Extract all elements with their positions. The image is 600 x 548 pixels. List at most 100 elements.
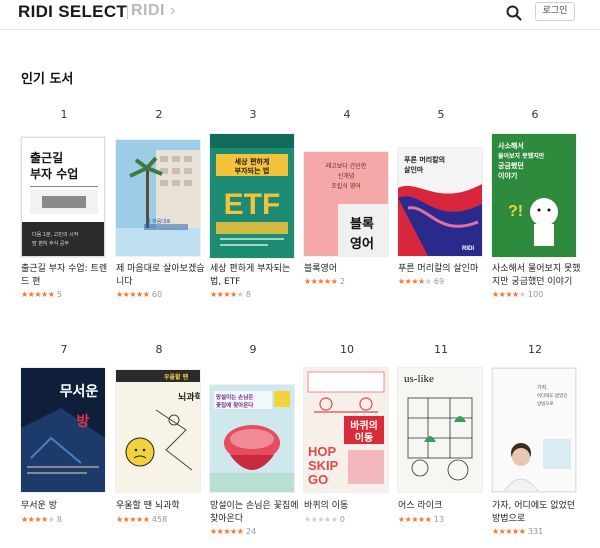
- svg-text:방: 방: [77, 413, 90, 430]
- book-cover-art: 우울할 땐 뇌과학: [116, 370, 200, 492]
- svg-text:이야기: 이야기: [498, 171, 517, 180]
- svg-text:출근길: 출근길: [30, 150, 63, 165]
- book-rank: 12: [528, 343, 542, 356]
- book-cover-art: 세상 편하게 부자되는 법 ETF: [210, 134, 294, 258]
- svg-text:어디에도 없었던: 어디에도 없었던: [537, 392, 567, 399]
- book-rank: 8: [155, 343, 163, 356]
- book-cover[interactable]: 가자, 어디에도 없었던 방법으로: [492, 368, 576, 492]
- book-cover-art: 가자, 어디에도 없었던 방법으로: [493, 369, 575, 491]
- book-title[interactable]: 제 마음대로 살아보겠습니다: [116, 263, 206, 289]
- svg-text:망설이는 손님은: 망설이는 손님은: [216, 393, 253, 401]
- review-count: 8: [56, 515, 62, 524]
- book-rank: 3: [249, 108, 257, 121]
- svg-text:궁금했던: 궁금했던: [498, 161, 524, 170]
- book-title[interactable]: 무서운 방: [21, 500, 111, 513]
- book-title[interactable]: 블록영어: [304, 263, 394, 276]
- section-title: 인기 도서: [21, 72, 74, 87]
- review-count: 0: [339, 515, 345, 524]
- book-rating: ★★★★★ 13: [398, 515, 444, 524]
- book-rank: 9: [249, 343, 257, 356]
- review-count: 458: [151, 515, 168, 524]
- book-title[interactable]: 세상 편하게 부자되는 법, ETF: [210, 263, 300, 289]
- svg-text:살인마: 살인마: [404, 165, 424, 174]
- book-title[interactable]: 가자, 어디에도 없었던 방법으로: [492, 500, 582, 526]
- book-rank: 7: [60, 343, 68, 356]
- book-cover[interactable]: us-like: [398, 368, 482, 492]
- svg-text:?!: ?!: [508, 203, 523, 220]
- book-rating: ★★★★★ 331: [492, 527, 543, 536]
- book-cover[interactable]: 레고보다 간단한 신개념 조립식 영어 블록 영어: [304, 152, 388, 256]
- star-rating-icon: ★★★★★: [116, 290, 150, 299]
- book-cover-art: us-like: [398, 368, 482, 492]
- login-button[interactable]: 로그인: [535, 2, 575, 21]
- star-rating-icon: ★★★★★: [304, 515, 338, 524]
- svg-text:바퀴의: 바퀴의: [350, 419, 378, 432]
- svg-text:HOP: HOP: [308, 444, 337, 459]
- svg-text:영어: 영어: [350, 236, 374, 252]
- book-rating: ★★★★★ 0: [304, 515, 345, 524]
- star-rating-icon: ★★★★★: [398, 515, 432, 524]
- book-title[interactable]: 출근길 부자 수업: 트렌드 편: [21, 263, 111, 289]
- svg-text:RIDI: RIDI: [462, 246, 474, 252]
- svg-text:사소해서: 사소해서: [498, 141, 524, 150]
- book-title[interactable]: 망설이는 손님은 꽃집에 찾아온다: [210, 500, 300, 526]
- svg-text:이동: 이동: [355, 431, 373, 444]
- star-rating-icon: ★★★★★: [210, 527, 244, 536]
- review-count: 5: [56, 290, 62, 299]
- svg-text:블록: 블록: [350, 217, 374, 232]
- svg-text:부자되는 법: 부자되는 법: [235, 166, 270, 175]
- chevron-right-icon: ›: [165, 2, 176, 19]
- book-cover[interactable]: 우울할 땐 뇌과학: [116, 370, 200, 492]
- svg-text:SKIP: SKIP: [308, 458, 339, 473]
- svg-text:맘 편히 주식 공부: 맘 편히 주식 공부: [32, 240, 69, 247]
- book-title[interactable]: 바퀴의 이동: [304, 500, 394, 513]
- review-count: 331: [527, 527, 544, 536]
- svg-text:제 마음대로: 제 마음대로: [146, 218, 171, 225]
- logo-divider: [127, 5, 128, 19]
- book-cover[interactable]: 푸른 머리칼의 살인마 RIDI: [398, 148, 482, 256]
- book-rank: 5: [437, 108, 445, 121]
- book-rating: ★★★★★ 8: [21, 515, 62, 524]
- svg-text:세상 편하게: 세상 편하게: [235, 157, 270, 166]
- review-count: 100: [527, 290, 544, 299]
- book-rank: 2: [155, 108, 163, 121]
- top-header: RIDI SELECT RIDI › 로그인: [0, 0, 600, 30]
- book-cover[interactable]: 망설이는 손님은 꽃집에 찾아온다: [210, 385, 294, 492]
- search-icon[interactable]: [505, 4, 523, 22]
- svg-text:GO: GO: [308, 472, 328, 487]
- book-title[interactable]: 사소해서 물어보지 못했지만 궁금했던 이야기: [492, 263, 582, 289]
- book-cover-art: 레고보다 간단한 신개념 조립식 영어 블록 영어: [304, 152, 388, 256]
- ridi-select-logo[interactable]: RIDI SELECT: [18, 2, 127, 22]
- book-rating: ★★★★★ 8: [210, 290, 251, 299]
- book-rank: 10: [340, 343, 354, 356]
- svg-text:우울할 땐: 우울할 땐: [164, 373, 189, 381]
- book-rank: 4: [343, 108, 351, 121]
- book-cover-art: 무서운 방: [21, 368, 105, 492]
- book-title[interactable]: 어스 라이크: [398, 500, 488, 513]
- book-cover[interactable]: 바퀴의 이동 HOP SKIP GO: [304, 368, 388, 492]
- book-rating: ★★★★★ 69: [398, 277, 444, 286]
- svg-text:뇌과학: 뇌과학: [178, 391, 200, 403]
- book-cover-art: 출근길 부자 수업 다음 1분, 고민의 시작 맘 편히 주식 공부: [22, 138, 104, 256]
- review-count: 24: [245, 527, 257, 536]
- book-title[interactable]: 푸른 머리칼의 살인마: [398, 263, 488, 276]
- book-rating: ★★★★★ 60: [116, 290, 162, 299]
- review-count: 69: [433, 277, 445, 286]
- svg-text:ETF: ETF: [224, 188, 281, 221]
- ridi-link[interactable]: RIDI ›: [131, 2, 176, 20]
- book-cover[interactable]: 출근길 부자 수업 다음 1분, 고민의 시작 맘 편히 주식 공부: [21, 137, 105, 257]
- book-rating: ★★★★★ 24: [210, 527, 256, 536]
- book-title[interactable]: 우울할 땐 뇌과학: [116, 500, 206, 513]
- star-rating-icon: ★★★★★: [21, 290, 55, 299]
- book-cover-art: 망설이는 손님은 꽃집에 찾아온다: [210, 385, 294, 492]
- book-cover[interactable]: 사소해서 물어보지 못했지만 궁금했던 이야기 ?!: [492, 134, 576, 257]
- book-cover[interactable]: 세상 편하게 부자되는 법 ETF: [210, 134, 294, 258]
- book-rating: ★★★★★ 5: [21, 290, 62, 299]
- book-cover-art: 푸른 머리칼의 살인마 RIDI: [398, 148, 482, 256]
- book-cover[interactable]: 제 마음대로: [116, 140, 200, 256]
- book-rating: ★★★★★ 2: [304, 277, 345, 286]
- svg-text:신개념: 신개념: [338, 172, 355, 180]
- ridi-logo-text: RIDI: [131, 2, 165, 19]
- svg-text:조립식 영어: 조립식 영어: [331, 182, 361, 190]
- book-cover[interactable]: 무서운 방: [21, 368, 105, 492]
